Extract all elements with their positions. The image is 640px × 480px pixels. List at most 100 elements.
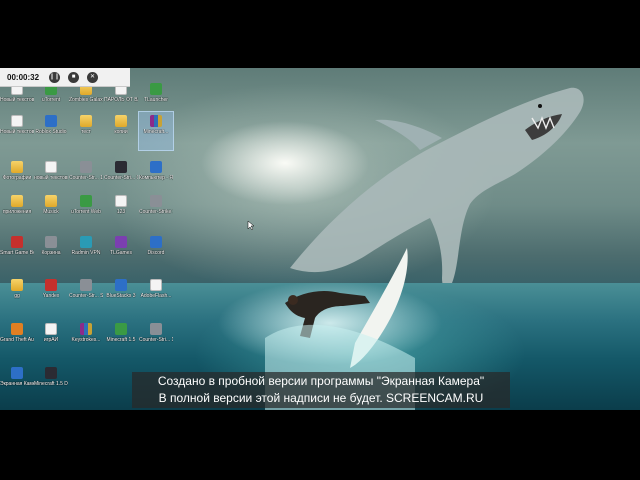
desktop-icon[interactable]: Discord bbox=[139, 233, 173, 271]
app-icon bbox=[115, 236, 127, 248]
desktop-icon-label: AdobeFlash... bbox=[140, 293, 172, 299]
desktop-icon-label: Keystrokes... bbox=[71, 337, 101, 343]
desktop-icon[interactable]: Counter-Stri... Global Offe... bbox=[104, 158, 138, 196]
app-icon bbox=[150, 236, 162, 248]
desktop-icon-label: Minecraft 1.5 Desktop bbox=[34, 381, 68, 387]
desktop-icon-label: Counter-Str... Source RXF bbox=[69, 293, 103, 299]
desktop-icon[interactable]: Counter-Str... Source RXF bbox=[69, 276, 103, 314]
app-icon bbox=[150, 161, 162, 173]
desktop-icon[interactable]: Yandex bbox=[34, 276, 68, 314]
desktop-icon-label: Discord bbox=[147, 250, 165, 256]
desktop-icon[interactable]: Counter-Str... 1.6 bbox=[69, 158, 103, 196]
app-icon bbox=[115, 323, 127, 335]
folder-icon bbox=[80, 115, 92, 127]
desktop-icon[interactable]: TLGames bbox=[104, 233, 138, 271]
app-icon bbox=[80, 323, 92, 335]
desktop[interactable]: Новый текстово... uTorrent Zombies GalaxyП… bbox=[0, 68, 640, 410]
desktop-icon[interactable]: Keystrokes... bbox=[69, 320, 103, 358]
desktop-icon-label: тест bbox=[81, 129, 91, 135]
stop-button[interactable]: ■ bbox=[68, 71, 79, 83]
folder-icon bbox=[11, 161, 23, 173]
desktop-icon[interactable]: Minecraft 1.5 bbox=[104, 320, 138, 358]
stop-icon: ■ bbox=[71, 74, 76, 80]
app-icon bbox=[45, 367, 57, 379]
app-icon bbox=[150, 323, 162, 335]
desktop-icon[interactable]: Minecraft... bbox=[138, 111, 174, 151]
app-icon bbox=[150, 83, 162, 95]
desktop-icon[interactable]: 123 bbox=[104, 192, 138, 230]
desktop-icon-label: Компьютер - Ярлык bbox=[139, 175, 173, 181]
watermark-line-2: В полной версии этой надписи не будет. S… bbox=[158, 391, 484, 405]
desktop-icon-label: копии bbox=[114, 129, 128, 135]
desktop-icon-label: Фотографии bbox=[2, 175, 32, 181]
desktop-icon[interactable]: тест bbox=[69, 112, 103, 150]
pause-button[interactable]: ❙❙ bbox=[49, 71, 60, 83]
desktop-icon-label: Smart Game Booster bbox=[0, 250, 34, 256]
desktop-icon-label: Counter-Stri... 1.6 by Milky bbox=[139, 337, 173, 343]
desktop-icon-label: Counter-Str... 1.6 bbox=[69, 175, 103, 181]
desktop-icon[interactable]: Grand Theft Auto - Sa... bbox=[0, 320, 34, 358]
document-icon bbox=[11, 115, 23, 127]
desktop-icon-label: uTorrent bbox=[41, 97, 61, 103]
app-icon bbox=[115, 279, 127, 291]
desktop-icon-label: Zombies Galaxy bbox=[69, 97, 103, 103]
document-icon bbox=[45, 161, 57, 173]
desktop-icon-label: Экранная Камера bbox=[0, 381, 34, 387]
desktop-icon[interactable]: uTorrent Web bbox=[69, 192, 103, 230]
close-icon: ✕ bbox=[89, 74, 96, 80]
desktop-icon[interactable]: копии bbox=[104, 112, 138, 150]
desktop-icon[interactable]: Компьютер - Ярлык bbox=[139, 158, 173, 196]
folder-icon bbox=[11, 195, 23, 207]
desktop-icon-label: Roblox Studio bbox=[35, 129, 67, 135]
desktop-icon-label: Counter-Stri... Global Offe... bbox=[104, 175, 138, 181]
desktop-icon[interactable]: BlueStacks 3 bbox=[104, 276, 138, 314]
trial-watermark: Создано в пробной версии программы "Экра… bbox=[132, 372, 510, 408]
recording-timer: 00:00:32 bbox=[7, 72, 40, 82]
desktop-icon-label: Minecraft 1.5 bbox=[106, 337, 136, 343]
desktop-icon[interactable]: Counter-Stri... 1.6 by Milky bbox=[139, 320, 173, 358]
desktop-icon-label: TLauncher bbox=[144, 97, 168, 103]
desktop-icon[interactable]: игрАЙ bbox=[34, 320, 68, 358]
desktop-icon[interactable]: Radmin VPN bbox=[69, 233, 103, 271]
desktop-icon[interactable]: Новый текстово... bbox=[0, 112, 34, 150]
desktop-icon[interactable]: новый текстовый... bbox=[34, 158, 68, 196]
app-icon bbox=[45, 115, 57, 127]
mouse-cursor bbox=[247, 220, 255, 230]
desktop-icon-label: Radmin VPN bbox=[71, 250, 101, 256]
app-icon bbox=[80, 279, 92, 291]
desktop-icon-label: Yandex bbox=[42, 293, 60, 299]
close-button[interactable]: ✕ bbox=[87, 71, 98, 83]
document-icon bbox=[45, 323, 57, 335]
desktop-icon[interactable]: Musick bbox=[34, 192, 68, 230]
folder-icon bbox=[11, 279, 23, 291]
desktop-icon-label: gg bbox=[14, 293, 20, 299]
desktop-icon[interactable]: Корзина bbox=[34, 233, 68, 271]
desktop-icon[interactable]: Minecraft 1.5 Desktop bbox=[34, 364, 68, 402]
app-icon bbox=[80, 161, 92, 173]
watermark-line-1: Создано в пробной версии программы "Экра… bbox=[157, 374, 485, 388]
app-icon bbox=[80, 236, 92, 248]
desktop-icon-label: uTorrent Web bbox=[71, 209, 101, 215]
desktop-icon[interactable]: Smart Game Booster bbox=[0, 233, 34, 271]
desktop-icon-label: 123 bbox=[116, 209, 126, 215]
folder-icon bbox=[115, 115, 127, 127]
desktop-icon[interactable]: Roblox Studio bbox=[34, 112, 68, 150]
desktop-icon-label: ПАРОЛЬ ОТ ВАЙФАЙ bbox=[104, 97, 138, 103]
desktop-icon[interactable]: приложения bbox=[0, 192, 34, 230]
desktop-icon[interactable]: Counter-Strike 1.6 bbox=[139, 192, 173, 230]
app-icon bbox=[11, 323, 23, 335]
app-icon bbox=[115, 161, 127, 173]
desktop-icon[interactable]: Фотографии bbox=[0, 158, 34, 196]
desktop-icon[interactable]: gg bbox=[0, 276, 34, 314]
desktop-icon-label: приложения bbox=[2, 209, 32, 215]
desktop-icon[interactable]: Экранная Камера bbox=[0, 364, 34, 402]
desktop-icon[interactable]: AdobeFlash... bbox=[139, 276, 173, 314]
pause-icon: ❙❙ bbox=[49, 74, 60, 80]
desktop-icon-label: Grand Theft Auto - Sa... bbox=[0, 337, 34, 343]
desktop-icon-label: Новый текстово... bbox=[0, 97, 34, 103]
document-icon bbox=[150, 279, 162, 291]
app-icon bbox=[11, 367, 23, 379]
document-icon bbox=[115, 195, 127, 207]
desktop-icon-label: Корзина bbox=[41, 250, 61, 256]
recorder-panel: 00:00:32 ❙❙ ■ ✕ bbox=[0, 68, 130, 87]
